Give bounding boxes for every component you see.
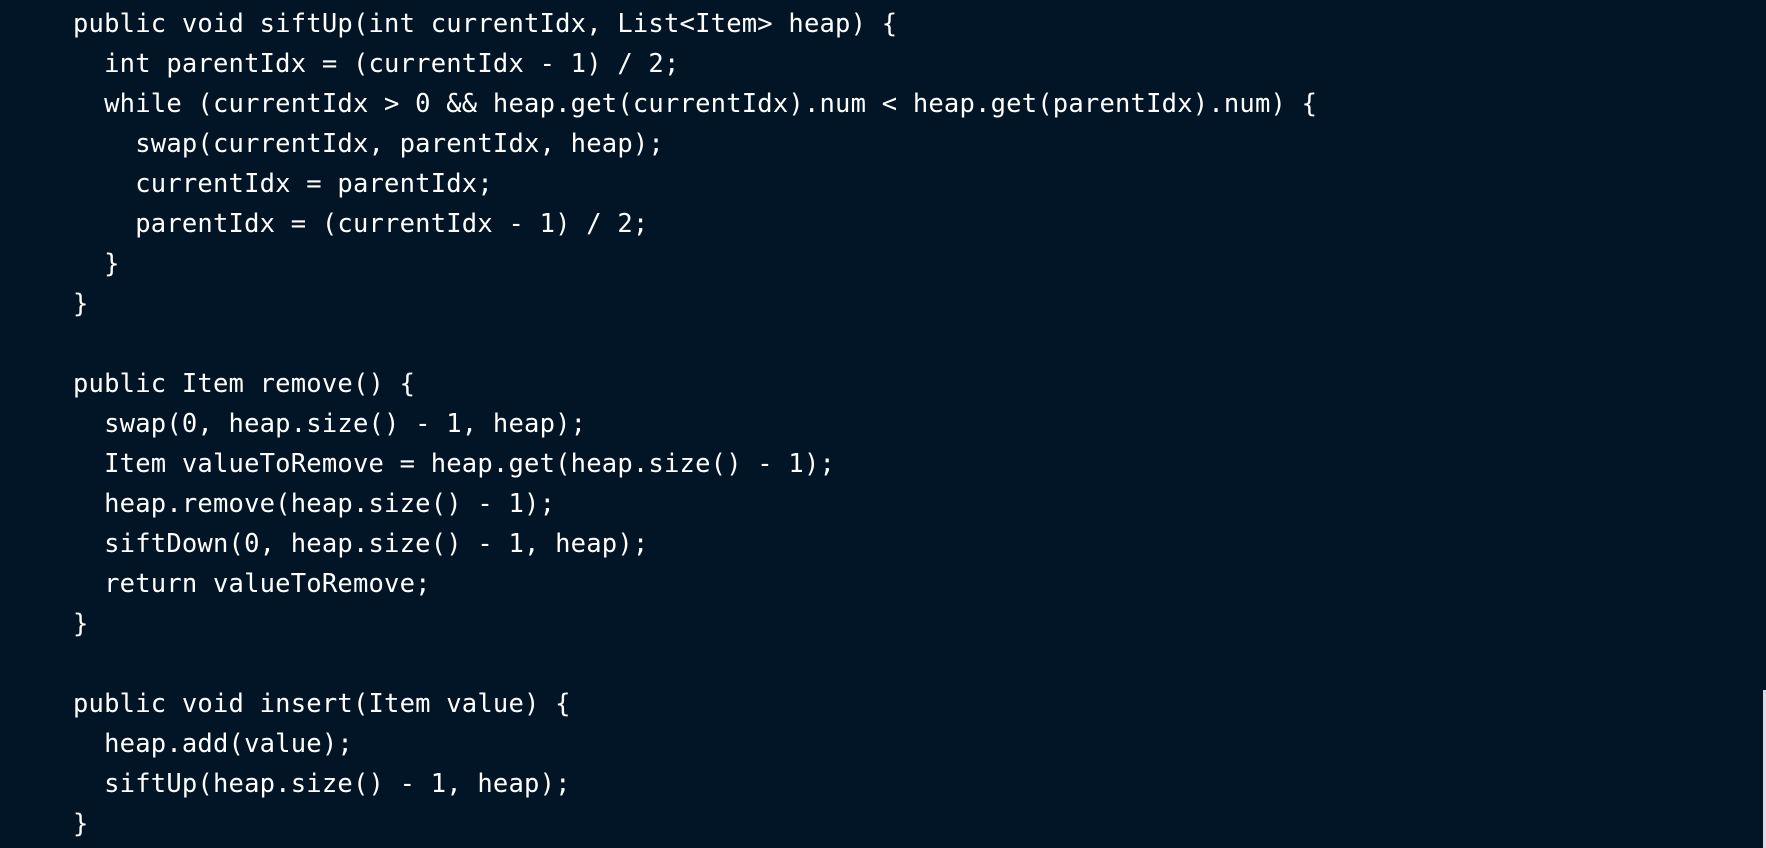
code-line: int parentIdx = (currentIdx - 1) / 2; [73,49,680,79]
code-line: while (currentIdx > 0 && heap.get(curren… [73,89,1318,119]
code-line: return valueToRemove; [73,569,431,599]
code-line: } [73,289,89,319]
code-line: public void siftUp(int currentIdx, List<… [73,9,898,39]
code-line: public void insert(Item value) { [73,689,571,719]
code-line: } [73,609,89,639]
code-line: swap(currentIdx, parentIdx, heap); [73,129,664,159]
code-line: siftUp(heap.size() - 1, heap); [73,769,571,799]
code-line: public Item remove() { [73,369,416,399]
code-line: siftDown(0, heap.size() - 1, heap); [73,529,649,559]
code-line: heap.add(value); [73,729,353,759]
code-line: currentIdx = parentIdx; [73,169,493,199]
code-line: swap(0, heap.size() - 1, heap); [73,409,587,439]
code-block: public void siftUp(int currentIdx, List<… [0,0,1766,848]
code-line: } [73,809,89,839]
code-line: Item valueToRemove = heap.get(heap.size(… [73,449,836,479]
code-line: parentIdx = (currentIdx - 1) / 2; [73,209,649,239]
code-line: } [73,249,120,279]
code-line: heap.remove(heap.size() - 1); [73,489,556,519]
